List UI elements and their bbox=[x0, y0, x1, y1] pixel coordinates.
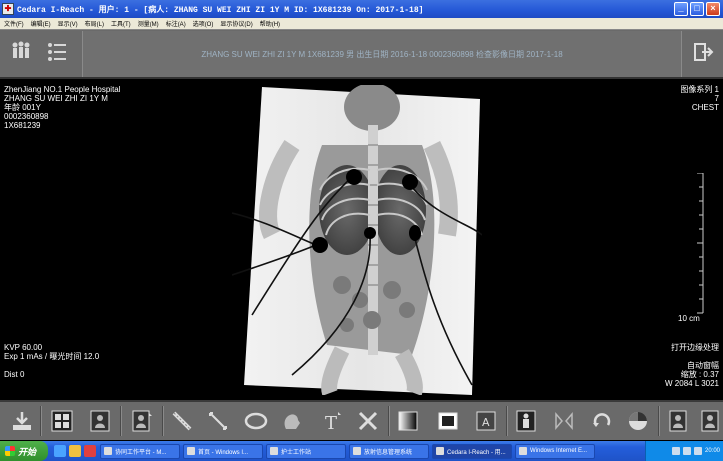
kvp-value: KVP 60.00 bbox=[4, 343, 43, 352]
lasso-icon[interactable] bbox=[242, 407, 270, 435]
overlay-top-left: ZhenJiang NO.1 People Hospital ZHANG SU … bbox=[4, 85, 121, 130]
pie-icon[interactable] bbox=[624, 407, 652, 435]
task-item[interactable]: 首页 - Windows I... bbox=[183, 443, 263, 459]
hospital-name: ZhenJiang NO.1 People Hospital bbox=[4, 85, 121, 94]
task-icon bbox=[104, 447, 112, 455]
menu-annotate[interactable]: 标注(A) bbox=[166, 19, 186, 28]
menu-file[interactable]: 文件(F) bbox=[4, 19, 24, 28]
menu-tools[interactable]: 工具(T) bbox=[111, 19, 131, 28]
patient-banner: ZHANG SU WEI ZHI ZI 1Y M 1X681239 男 出生日期… bbox=[82, 31, 682, 77]
windows-logo-icon bbox=[5, 446, 15, 456]
network-icon[interactable] bbox=[671, 447, 680, 455]
series-icon[interactable] bbox=[128, 407, 156, 435]
ie-icon[interactable] bbox=[54, 445, 66, 457]
magnify-icon[interactable] bbox=[278, 407, 306, 435]
patient-id: 1X681239 bbox=[4, 121, 41, 130]
start-button[interactable]: 开始 bbox=[0, 441, 48, 461]
app-icon: ✚ bbox=[2, 3, 14, 15]
task-item[interactable]: 护士工作站 bbox=[266, 443, 346, 459]
task-icon bbox=[519, 447, 527, 455]
menu-help[interactable]: 帮助(H) bbox=[260, 19, 280, 28]
ruler-label: 10 cm bbox=[678, 314, 700, 323]
windows-taskbar: 开始 协同工作平台 - M... 首页 - Windows I... 护士工作站… bbox=[0, 441, 723, 461]
task-item[interactable]: 放射信息管理系统 bbox=[349, 443, 429, 459]
angle-icon[interactable] bbox=[204, 407, 232, 435]
task-label: 护士工作站 bbox=[281, 449, 312, 456]
delete-annotation-icon[interactable] bbox=[354, 407, 382, 435]
task-icon bbox=[270, 447, 278, 455]
task-item-active[interactable]: Cedara I-Reach - 用... bbox=[432, 443, 512, 459]
rotate-icon[interactable] bbox=[588, 407, 616, 435]
prev-image-icon[interactable] bbox=[664, 407, 692, 435]
text-icon[interactable]: T bbox=[318, 407, 346, 435]
close-button[interactable]: × bbox=[706, 2, 720, 16]
zoom-value: 缩放 : 0.37 bbox=[680, 370, 719, 379]
patient-age: 年龄 001Y bbox=[4, 103, 41, 112]
edge-processing-label: 打开边缘处理 bbox=[671, 343, 719, 352]
folder-icon[interactable] bbox=[69, 445, 81, 457]
task-label: 首页 - Windows I... bbox=[198, 449, 249, 456]
minimize-button[interactable]: _ bbox=[674, 2, 688, 16]
ruler-icon[interactable] bbox=[168, 407, 196, 435]
app-shortcut-icon[interactable] bbox=[84, 445, 96, 457]
quick-launch bbox=[54, 445, 96, 457]
person-icon[interactable] bbox=[512, 407, 540, 435]
security-icon[interactable] bbox=[693, 447, 702, 455]
window-level-value: W 2084 L 3021 bbox=[665, 379, 719, 388]
export-icon[interactable] bbox=[8, 407, 36, 435]
bottom-toolbar: T A bbox=[0, 400, 723, 440]
image-viewport[interactable]: ZhenJiang NO.1 People Hospital ZHANG SU … bbox=[0, 81, 723, 400]
menu-layout[interactable]: 布局(L) bbox=[85, 19, 104, 28]
patient-name: ZHANG SU WEI ZHI ZI 1Y M bbox=[4, 94, 108, 103]
series-label: 图像系列 1 bbox=[680, 85, 719, 94]
top-toolbar: ZHANG SU WEI ZHI ZI 1Y M 1X681239 男 出生日期… bbox=[0, 29, 723, 79]
window-titlebar: ✚ Cedara I-Reach - 用户: 1 - [病人: ZHANG SU… bbox=[0, 0, 723, 18]
overlay-top-right: 图像系列 1 7 CHEST bbox=[680, 85, 719, 112]
clock: 20:00 bbox=[704, 448, 720, 454]
image-number: 7 bbox=[714, 94, 719, 103]
overlay-bottom-left: KVP 60.00 Exp 1 mAs / 曝光时间 12.0 Dist 0 bbox=[4, 343, 99, 379]
auto-window-label: 自动窗幅 bbox=[687, 361, 719, 370]
task-icon bbox=[187, 447, 195, 455]
menu-display-protocol[interactable]: 显示协议(D) bbox=[220, 19, 252, 28]
single-view-icon[interactable] bbox=[86, 407, 114, 435]
menu-options[interactable]: 选项(O) bbox=[193, 19, 214, 28]
task-label: Windows Internet E... bbox=[530, 448, 588, 454]
accession-number: 0002360898 bbox=[4, 112, 49, 121]
overlay-bottom-right: 打开边缘处理 自动窗幅 缩放 : 0.37 W 2084 L 3021 bbox=[665, 343, 719, 388]
invert-icon[interactable] bbox=[434, 407, 462, 435]
menu-measure[interactable]: 测量(M) bbox=[138, 19, 159, 28]
system-tray: 20:00 bbox=[645, 441, 723, 461]
worklist-icon[interactable] bbox=[44, 39, 70, 65]
body-part: CHEST bbox=[691, 103, 719, 112]
task-icon bbox=[353, 447, 361, 455]
distance-value: Dist 0 bbox=[4, 370, 25, 379]
patients-icon[interactable] bbox=[8, 39, 34, 65]
layout-grid-icon[interactable] bbox=[48, 407, 76, 435]
task-label: 放射信息管理系统 bbox=[364, 449, 413, 456]
volume-icon[interactable] bbox=[682, 447, 691, 455]
task-item[interactable]: 协同工作平台 - M... bbox=[100, 443, 180, 459]
exposure-value: Exp 1 mAs / 曝光时间 12.0 bbox=[4, 352, 100, 361]
menu-edit[interactable]: 编辑(E) bbox=[31, 19, 51, 28]
annotation-toggle-icon[interactable]: A bbox=[472, 407, 500, 435]
exit-icon[interactable] bbox=[690, 39, 716, 65]
start-label: 开始 bbox=[18, 446, 37, 457]
svg-text:A: A bbox=[482, 416, 490, 429]
scale-ruler bbox=[697, 173, 704, 314]
menu-view[interactable]: 显示(V) bbox=[58, 19, 78, 28]
task-item[interactable]: Windows Internet E... bbox=[515, 443, 595, 459]
window-title: Cedara I-Reach - 用户: 1 - [病人: ZHANG SU W… bbox=[17, 5, 424, 15]
maximize-button[interactable]: □ bbox=[690, 2, 704, 16]
menu-bar: 文件(F) 编辑(E) 显示(V) 布局(L) 工具(T) 测量(M) 标注(A… bbox=[0, 18, 723, 29]
task-icon bbox=[436, 447, 444, 455]
xray-image bbox=[232, 85, 482, 395]
task-label: Cedara I-Reach - 用... bbox=[447, 449, 506, 456]
window-level-icon[interactable] bbox=[394, 407, 422, 435]
svg-text:T: T bbox=[325, 413, 337, 433]
next-image-icon[interactable] bbox=[696, 407, 723, 435]
flip-icon[interactable] bbox=[550, 407, 578, 435]
task-label: 协同工作平台 - M... bbox=[115, 449, 167, 456]
